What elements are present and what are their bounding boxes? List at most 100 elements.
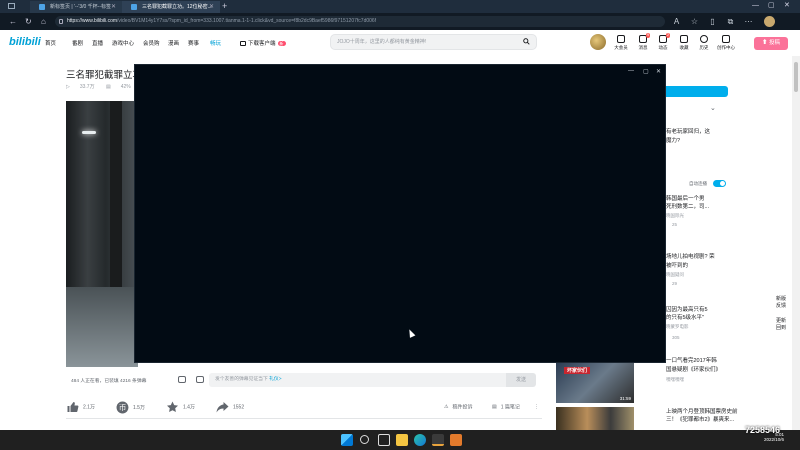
collections-icon[interactable]: ⧉ [726,17,735,26]
rec-title-6b[interactable]: 三！《犯罪都市2》暴爽来... [666,416,734,424]
browser-tab-1[interactable]: 新标签页 | '--'3/0 千杯--标签 ✕ [30,1,122,13]
video-title: 三名罪犯截罪立功 [66,70,143,81]
favorites-star-icon[interactable]: ☆ [690,17,699,26]
rec-title-2a[interactable]: 韩国最后一个男 [666,195,705,203]
back-button[interactable]: ← [9,17,17,26]
window-menu-icon[interactable] [8,3,15,9]
popup-close-button[interactable]: ✕ [656,68,661,75]
chevron-down-icon[interactable]: ⌄ [710,104,716,112]
rec-author-2[interactable]: 晓国际光 [666,213,684,219]
nav-esports[interactable]: 赛事 [188,39,199,47]
rec-thumbnail-6[interactable] [556,407,634,431]
rec-title-3a[interactable]: 场地儿拍电视剧? 荣 [666,253,715,261]
home-button[interactable]: ⌂ [41,17,46,26]
search-input[interactable]: JOJO十周年，这里的人都纯有黄金精神! [330,34,537,50]
svg-text:币: 币 [119,403,127,412]
close-tab-icon[interactable]: ✕ [111,1,116,13]
video-player[interactable] [66,101,138,367]
rec-title-2b[interactable]: 死刑数第二，司... [666,203,709,211]
bilibili-logo[interactable]: bilibili [9,36,41,48]
video-scene-floor [66,287,138,367]
more-options-icon[interactable]: ⋮ [534,401,539,413]
close-window-button[interactable]: ✕ [784,0,790,12]
feedback-button[interactable]: 新版 反馈 [770,296,792,310]
tv-icon [240,41,246,47]
close-tab-icon[interactable]: ✕ [209,1,214,13]
sidebar-banner[interactable] [666,86,728,97]
rec-title-5a[interactable]: 一口气看完2017年韩 [666,357,717,365]
rec-author-3[interactable]: 晓国疑问 [666,272,684,278]
vip-button[interactable]: 大会员 [610,35,632,51]
lightbulb-icon [722,35,730,43]
upload-button[interactable]: ⬆ 投稿 [754,37,788,50]
search-icon[interactable] [523,38,530,45]
danmaku-toggle-icon[interactable] [178,376,186,383]
rec-title-5b[interactable]: 国悬疑剧《环家伙们》 [666,366,721,374]
favorite-button[interactable]: 1.4万 [166,401,195,413]
report-button[interactable]: ⚠ 稿件投诉 [444,401,473,413]
rec-title-1a[interactable]: 有老玩家回归，这 [666,128,710,136]
system-clock[interactable]: 5:01 2022/10/6 [732,432,784,442]
notes-label: 1 篇笔记 [500,404,520,411]
autoplay-toggle[interactable] [713,180,726,187]
windows-start-icon[interactable] [341,434,353,446]
taskbar-search-icon[interactable] [360,435,369,444]
refresh-button[interactable]: ↻ [25,17,32,26]
send-danmaku-button[interactable]: 发送 [506,373,536,387]
popup-maximize-button[interactable]: ▢ [643,68,649,75]
rec-title-1b[interactable]: 魔力? [666,137,680,145]
coin-button[interactable]: 币 1.5万 [116,401,145,414]
page-scrollbar[interactable] [792,56,800,430]
rec-thumbnail-5[interactable]: 坏家伙们 31:59 [556,363,634,403]
nav-anime[interactable]: 番剧 [72,39,83,47]
extensions-icon[interactable]: ⋯ [744,17,753,26]
rec-title-3b[interactable]: 被吓到的 [666,262,688,270]
rec-author-4[interactable]: 晓蒙罗电影 [666,324,689,330]
maximize-button[interactable]: ▢ [768,0,775,12]
browser-tab-strip: 新标签页 | '--'3/0 千杯--标签 ✕ 三名罪犯截罪立功。12位秘密...… [0,0,800,13]
like-button[interactable]: 2.1万 [66,401,95,413]
task-view-icon[interactable] [378,434,390,446]
edge-browser-icon[interactable] [414,434,426,446]
danmaku-input[interactable]: 发个友善的弹幕见证当下 礼仪> [209,373,506,387]
rec-title-4a[interactable]: 囚因为最高只有5 [666,306,708,314]
new-tab-button[interactable]: + [222,0,227,12]
favorites-button[interactable]: 收藏 [673,35,695,51]
user-avatar[interactable] [590,34,606,50]
minimize-button[interactable]: — [752,0,759,12]
split-screen-icon[interactable]: ▯ [708,17,717,26]
nav-home[interactable]: 首页 [45,39,56,47]
browser-tab-2[interactable]: 三名罪犯截罪立功。12位秘密... ✕ [122,1,220,13]
rec-title-4b[interactable]: 的只有5级水平" [666,314,704,322]
nav-game-center[interactable]: 游戏中心 [112,39,134,47]
page-scrollbar-thumb[interactable] [794,62,798,92]
notes-button[interactable]: ▤ 1 篇笔记 [492,401,520,413]
dynamics-button[interactable]: 2 动态 [652,33,674,51]
history-button[interactable]: 历史 [693,35,715,51]
site-header: bilibili 首页 番剧 直播 游戏中心 会员购 漫画 赛事 畅玩 下载客户… [0,30,800,56]
nav-manga[interactable]: 漫画 [168,39,179,47]
upload-label: 投稿 [769,40,781,46]
profile-avatar[interactable] [764,16,775,27]
popup-minimize-button[interactable]: — [628,68,634,74]
rec-author-5[interactable]: 嘿嘿嘿嘿 [666,377,684,383]
file-explorer-icon[interactable] [396,434,408,446]
popup-window[interactable]: — ▢ ✕ [134,64,666,363]
share-button[interactable]: 1552 [216,401,244,413]
read-aloud-icon[interactable]: A [672,17,681,26]
nav-live[interactable]: 直播 [92,39,103,47]
rec-title-6a[interactable]: 上映两个月登顶韩国票房史前 [666,408,738,416]
clock-icon [700,35,708,43]
danmaku-settings-icon[interactable] [196,376,204,383]
app-g-icon[interactable] [450,434,462,446]
app-icon[interactable] [432,434,444,446]
nav-mall[interactable]: 会员购 [143,39,160,47]
messages-button[interactable]: 9 消息 [632,33,654,51]
thumb-banner-text: 坏家伙们 [564,367,591,374]
nav-play[interactable]: 畅玩 [210,39,221,47]
creator-center-button[interactable]: 创作中心 [715,35,737,51]
url-field[interactable]: https://www.bilibili.com/video/BV1M14y1Y… [55,16,665,27]
danmaku-etiquette-link[interactable]: 礼仪> [269,377,281,382]
nav-download-client[interactable]: 下载客户端新 [240,39,286,47]
back-to-top-button[interactable]: 更新 回到 [770,318,792,332]
